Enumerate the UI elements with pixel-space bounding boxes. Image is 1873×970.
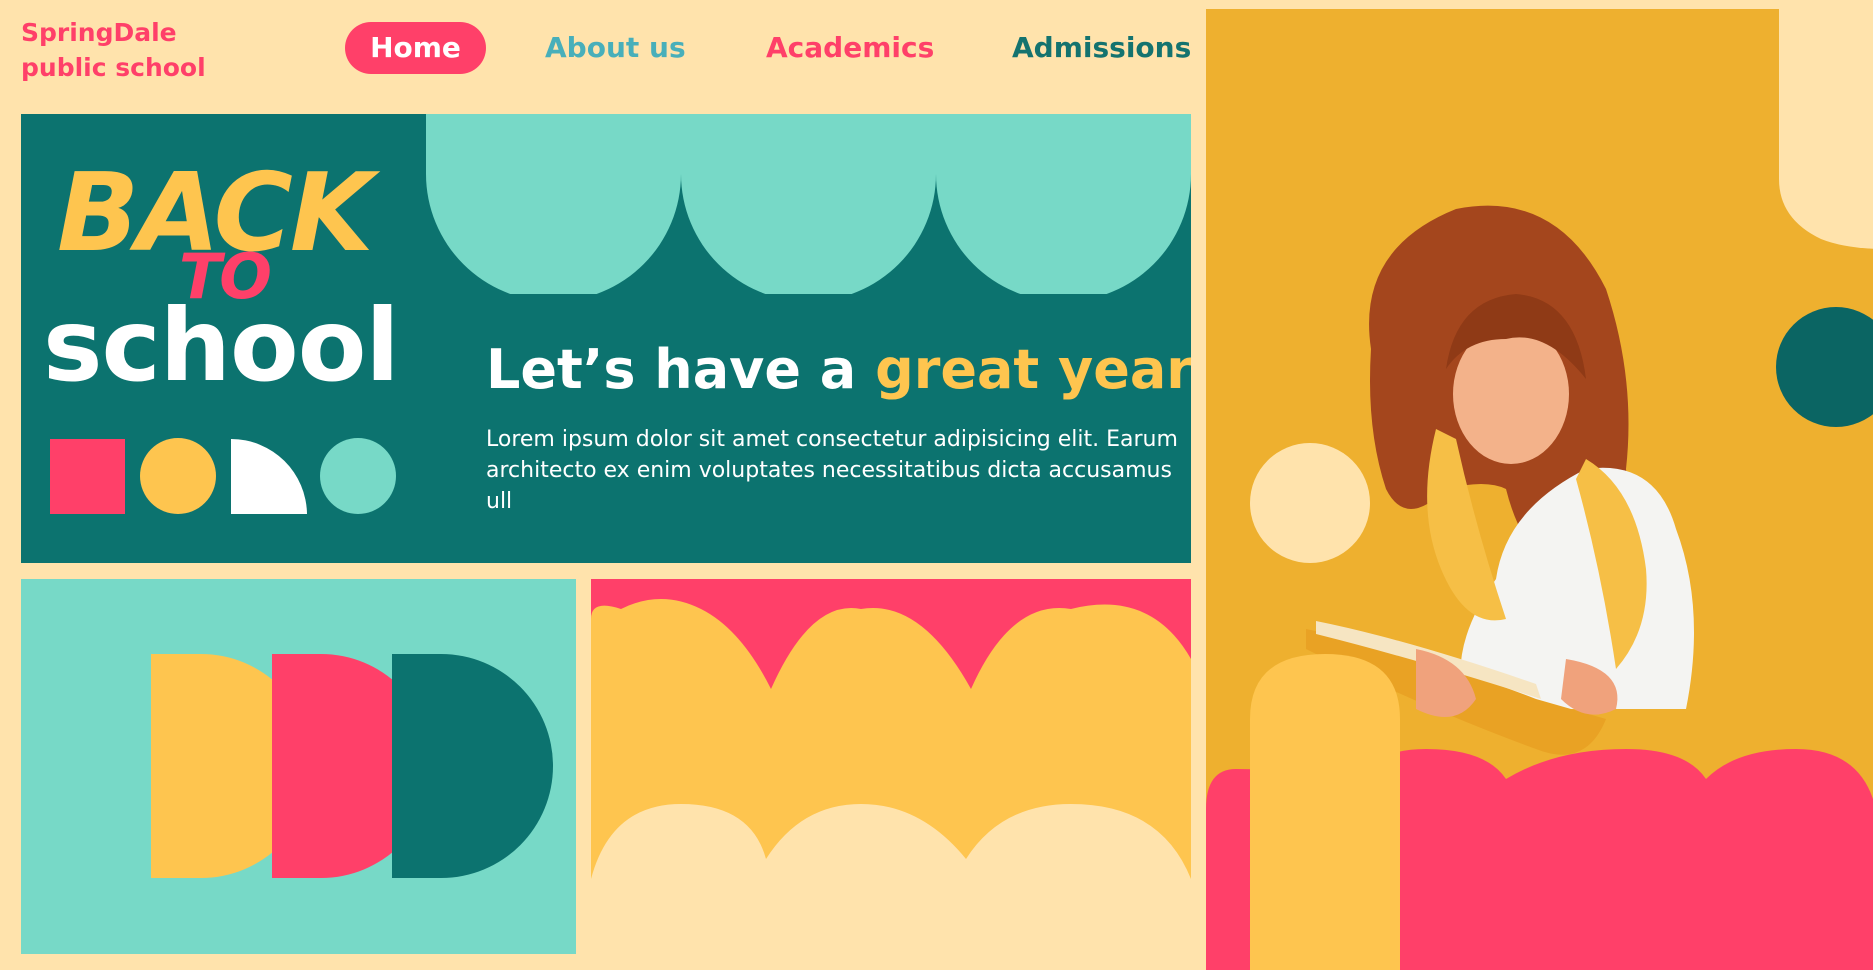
hero-shapes-decoration [50,438,396,514]
hero-description: Lorem ipsum dolor sit amet consectetur a… [486,427,1178,514]
yellow-arch-shape [1250,654,1400,970]
nav-admissions-link[interactable]: Admissions [1012,22,1191,74]
hero-scallop-decoration [426,114,1191,294]
scallop-card [591,579,1191,954]
brand-logo[interactable]: SpringDale public school [21,15,206,85]
hero-tagline: Let’s have a great year! [486,330,1191,410]
brand-name-line2: public school [21,53,206,82]
nav-home-link[interactable]: Home [345,22,486,74]
tagline-highlight: great year! [875,338,1191,401]
pink-square-shape [50,439,125,514]
nav-about-link[interactable]: About us [545,22,686,74]
half-circles-card [21,579,576,954]
hero-photo-panel [1206,9,1873,970]
teal-half-circle-shape [392,654,553,878]
cream-dot-shape [1250,443,1370,563]
teal-dot-shape [1776,307,1873,427]
yellow-circle-shape [140,438,216,514]
student-photo-illustration [1206,9,1873,970]
half-circles-decoration [151,654,553,878]
cream-corner-shape [1779,9,1873,249]
white-quarter-circle-shape [231,439,307,514]
teal-circle-shape [320,438,396,514]
scallop-decoration [591,599,1191,954]
hero-banner: BACK TO school Let’s have a great year! … [21,114,1191,563]
brand-name-line1: SpringDale [21,18,177,47]
tagline-prefix: Let’s have a [486,338,876,401]
hero-school-word: school [43,287,400,404]
nav-academics-link[interactable]: Academics [766,22,934,74]
